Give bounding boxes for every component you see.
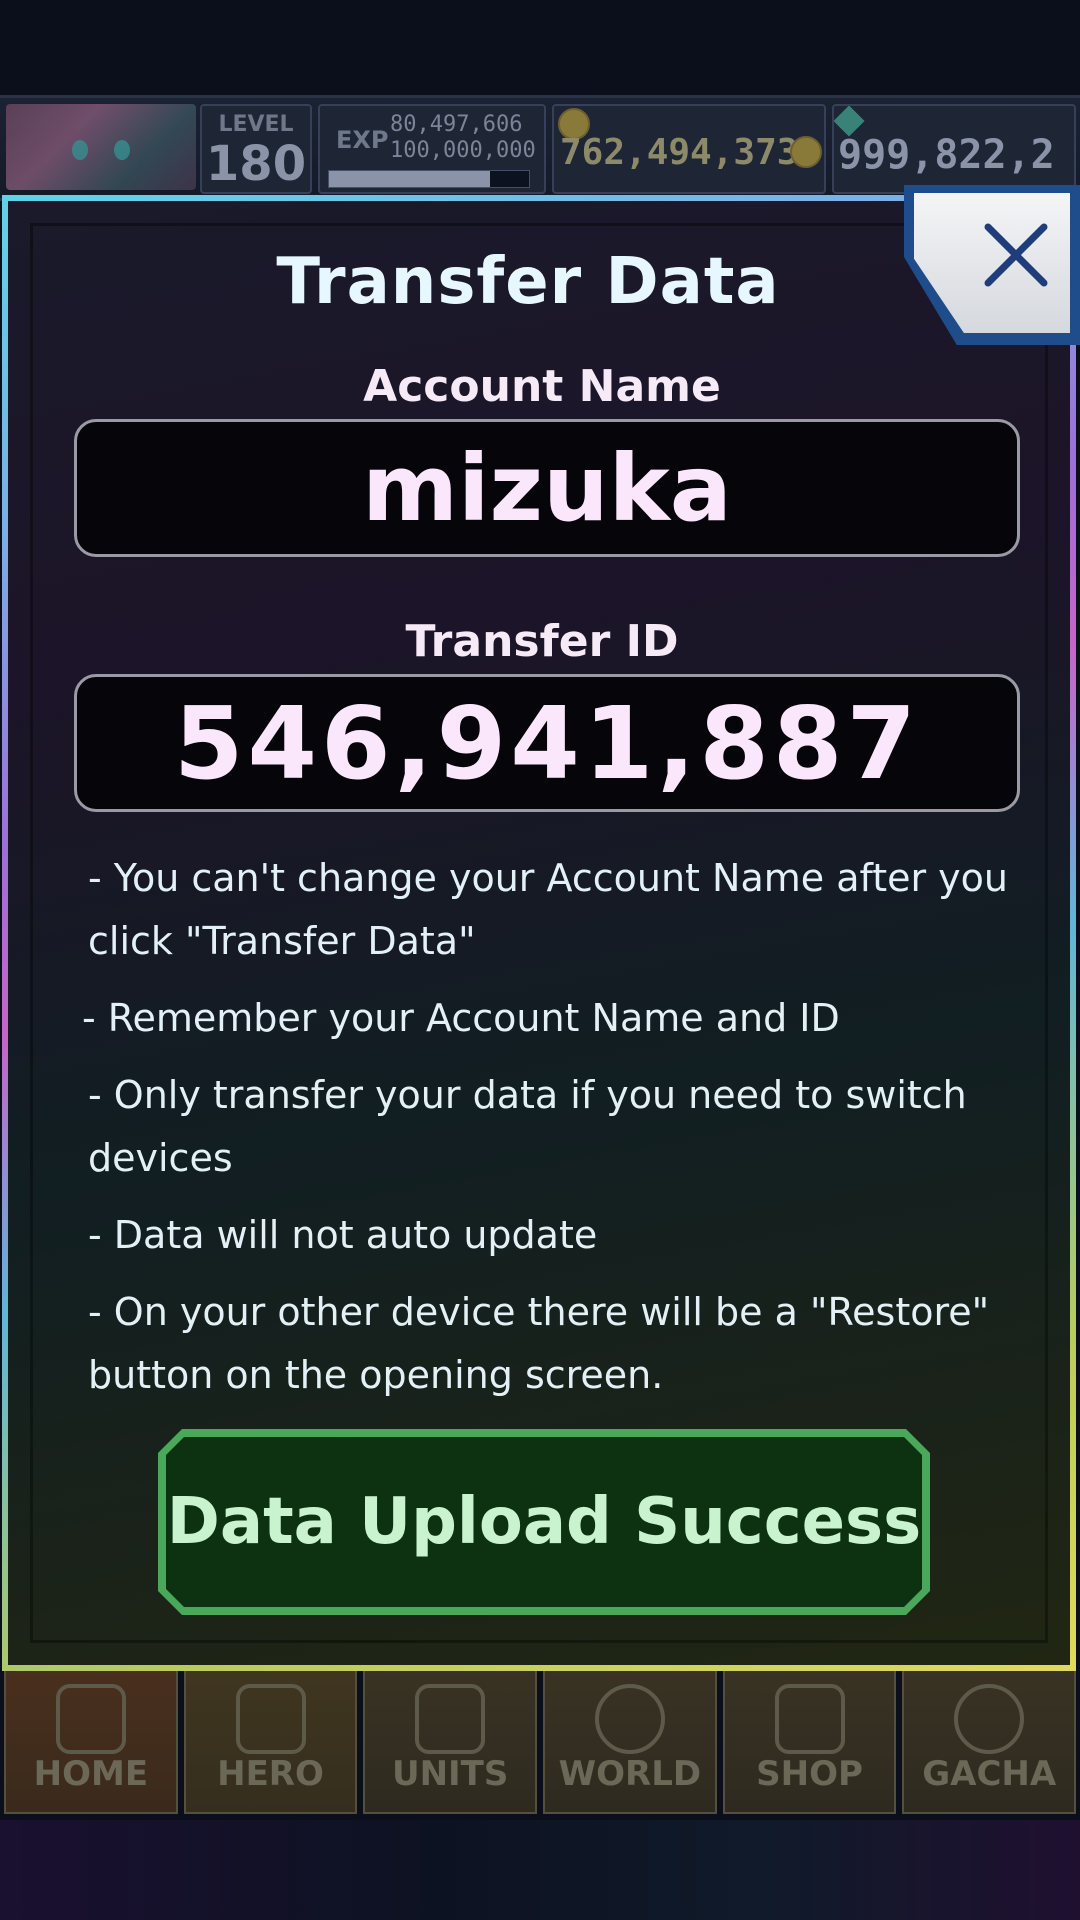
nav-label: HOME — [33, 1754, 149, 1794]
nav-home[interactable]: HOME — [4, 1664, 178, 1814]
note-item: - Only transfer your data if you need to… — [88, 1073, 967, 1180]
close-button-face — [914, 193, 1070, 333]
bottom-background — [0, 1820, 1080, 1920]
account-name-value: mizuka — [362, 434, 732, 542]
transfer-data-dialog: Transfer Data Account Name mizuka Transf… — [2, 195, 1076, 1671]
diamond-icon — [774, 1684, 845, 1754]
exp-label: EXP — [336, 126, 389, 154]
nav-gacha[interactable]: GACHA — [902, 1664, 1077, 1814]
exp-current: 80,497,606 — [390, 112, 523, 137]
note-item: - Data will not auto update — [88, 1213, 598, 1257]
gold-value: 762,494,373 — [560, 132, 799, 173]
nav-label: UNITS — [391, 1754, 509, 1794]
nav-label: GACHA — [922, 1754, 1057, 1794]
dialog-panel: Transfer Data Account Name mizuka Transf… — [8, 201, 1070, 1665]
transfer-notes: - You can't change your Account Name aft… — [82, 847, 1018, 1421]
exp-progress-bar — [328, 170, 530, 188]
bottom-navigation: HOME HERO UNITS WORLD SHOP GACHA — [0, 1660, 1080, 1820]
level-value: 180 — [205, 136, 307, 192]
success-button-label: Data Upload Success — [166, 1437, 922, 1607]
avatar-eye — [114, 140, 130, 160]
nav-world[interactable]: WORLD — [543, 1664, 717, 1814]
gem-value: 999,822,2 — [838, 132, 1055, 178]
account-name-field: mizuka — [74, 419, 1020, 557]
exp-progress-fill — [329, 171, 490, 187]
close-icon — [984, 223, 1048, 287]
hero-icon — [235, 1684, 306, 1754]
note-item: - You can't change your Account Name aft… — [88, 856, 1008, 963]
data-upload-success-button[interactable]: Data Upload Success — [158, 1429, 930, 1615]
avatar-eye — [72, 140, 88, 160]
level-display: LEVEL 180 — [200, 104, 312, 194]
transfer-id-field: 546,941,887 — [74, 674, 1020, 812]
world-icon — [594, 1684, 665, 1754]
nav-hero[interactable]: HERO — [183, 1664, 358, 1814]
gold-counter[interactable]: 762,494,373 — [552, 104, 826, 194]
home-icon — [55, 1684, 126, 1754]
account-name-label: Account Name — [363, 361, 721, 412]
exp-max: 100,000,000 — [390, 138, 536, 163]
nav-shop[interactable]: SHOP — [722, 1664, 897, 1814]
nav-label: SHOP — [756, 1754, 863, 1794]
transfer-id-label: Transfer ID — [405, 616, 679, 667]
gem-counter[interactable]: 999,822,2 — [832, 104, 1076, 194]
transfer-id-value: 546,941,887 — [173, 684, 921, 802]
note-item: - On your other device there will be a "… — [88, 1290, 990, 1397]
nav-units[interactable]: UNITS — [363, 1664, 538, 1814]
add-gold-icon[interactable] — [790, 136, 822, 168]
nav-label: WORLD — [558, 1754, 702, 1794]
flame-icon — [415, 1684, 486, 1754]
exp-display: EXP 80,497,606 100,000,000 — [318, 104, 546, 194]
dialog-title: Transfer Data — [276, 245, 780, 319]
level-label: LEVEL — [218, 112, 294, 137]
gacha-orb-icon — [954, 1684, 1025, 1754]
note-item: - Remember your Account Name and ID — [82, 996, 840, 1040]
player-avatar[interactable] — [6, 104, 196, 190]
nav-label: HERO — [217, 1754, 324, 1794]
